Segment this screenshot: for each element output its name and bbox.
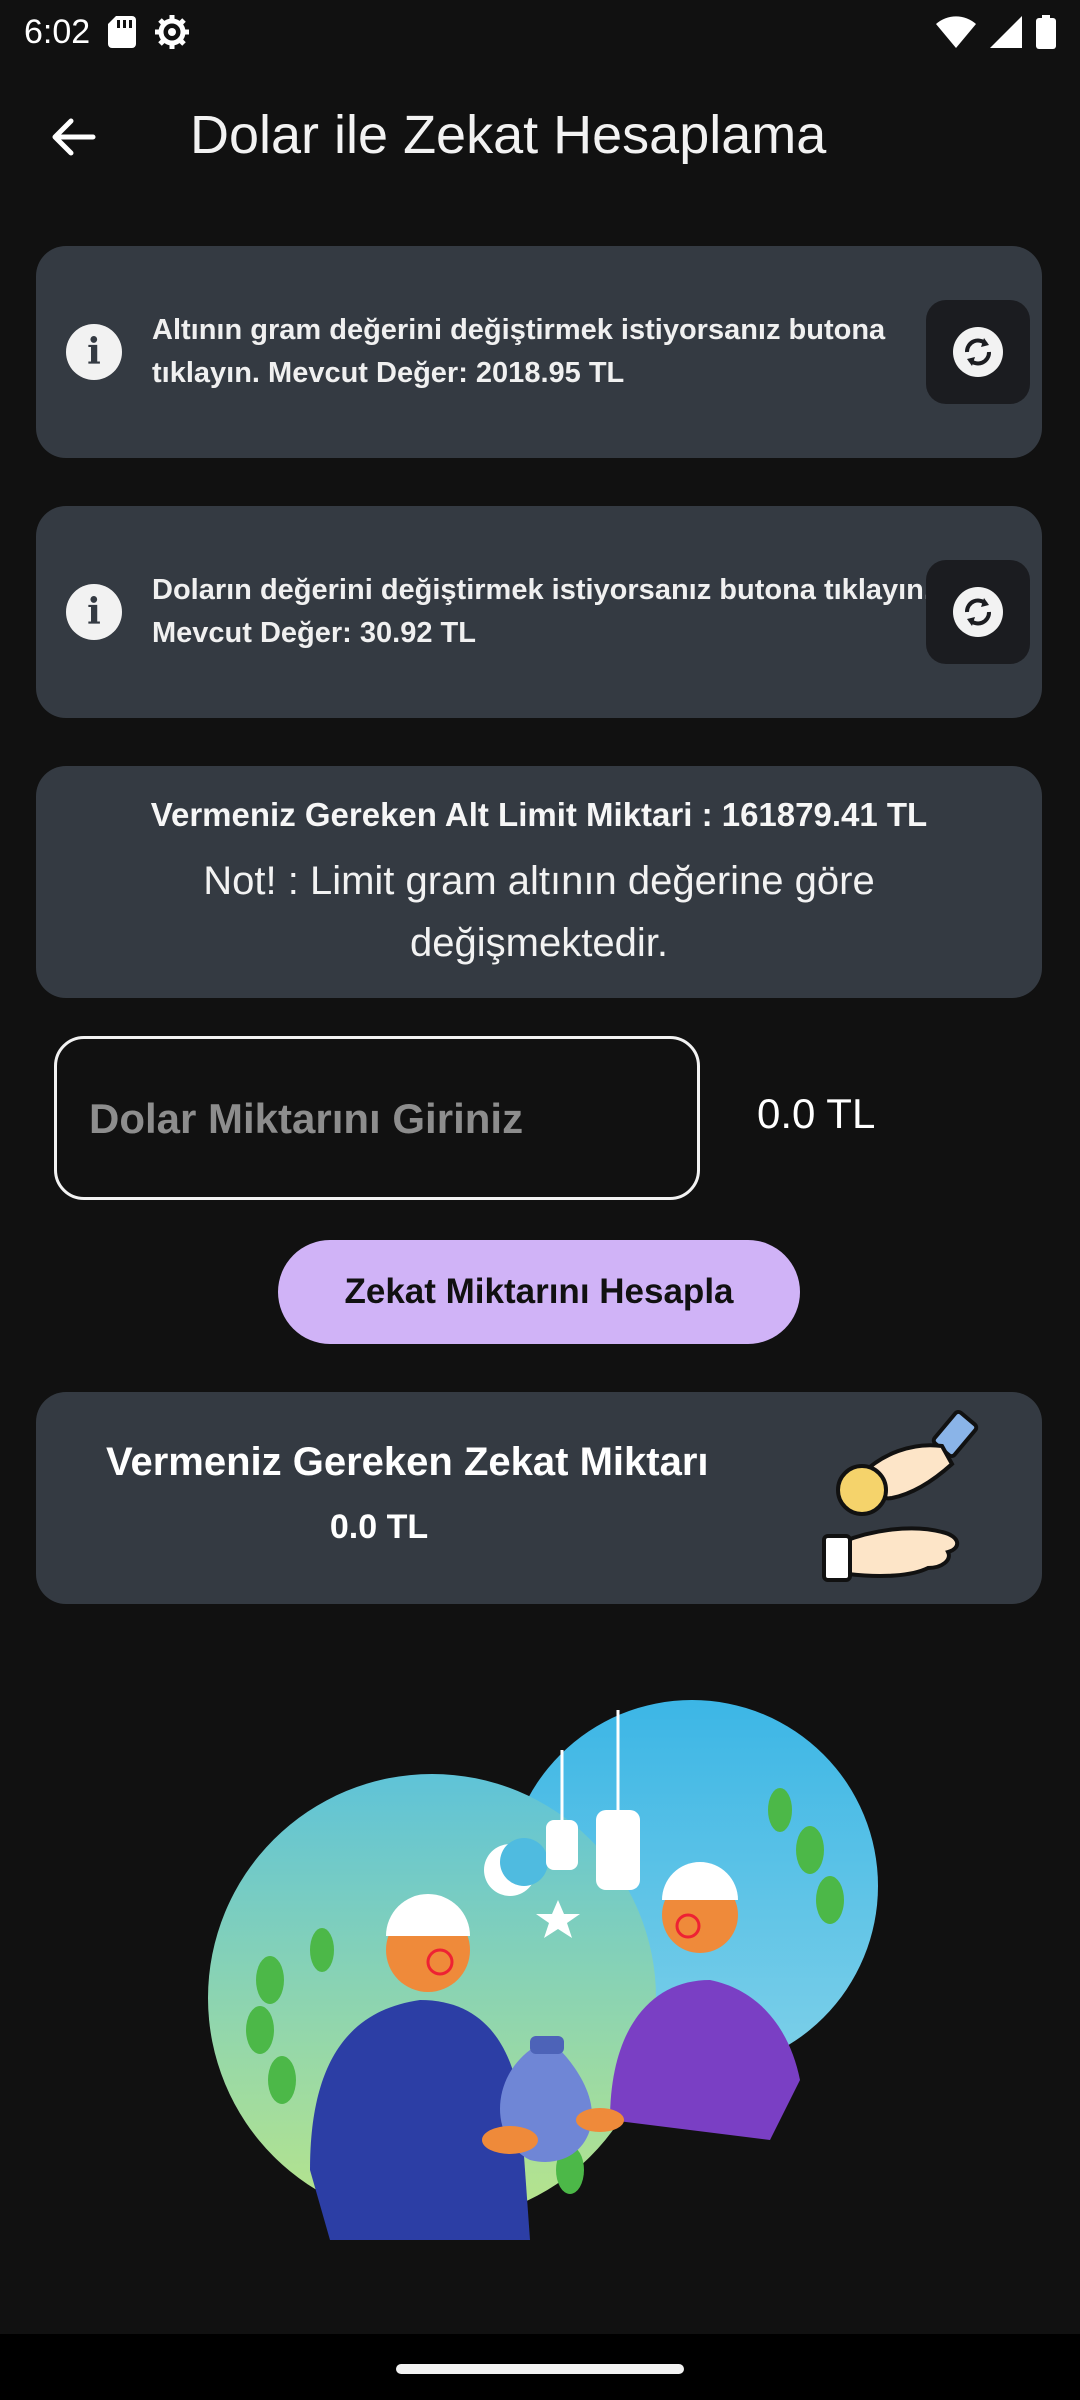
status-left: 6:02 xyxy=(24,13,190,52)
limit-title: Vermeniz Gereken Alt Limit Miktari : 161… xyxy=(150,796,928,833)
sync-icon xyxy=(953,327,1003,377)
status-time: 6:02 xyxy=(24,12,91,51)
zekat-title: Vermeniz Gereken Zekat Miktarı xyxy=(106,1440,709,1484)
home-gesture-handle[interactable] xyxy=(396,2364,684,2374)
converted-value: 0.0 TL xyxy=(757,1090,876,1137)
back-button[interactable] xyxy=(40,104,106,170)
sync-icon xyxy=(953,587,1003,637)
gold-refresh-button[interactable] xyxy=(926,300,1030,404)
info-icon: i xyxy=(66,584,122,640)
zekat-value: 0.0 TL xyxy=(329,1508,429,1546)
wifi-icon xyxy=(936,16,976,48)
battery-icon xyxy=(1036,15,1056,49)
arrow-back-icon xyxy=(52,118,96,156)
gold-price-card: i Altının gram değerini değiştirmek isti… xyxy=(36,246,1042,458)
dollar-price-text: Doların değerini değiştirmek istiyorsanı… xyxy=(152,574,932,649)
app-bar: Dolar ile Zekat Hesaplama xyxy=(0,80,1080,192)
giving-hands-icon xyxy=(822,1409,979,1582)
page-title: Dolar ile Zekat Hesaplama xyxy=(190,105,827,165)
dollar-refresh-button[interactable] xyxy=(926,560,1030,664)
limit-note: Not! : Limit gram altının değerine göre … xyxy=(203,859,875,965)
limit-card: Vermeniz Gereken Alt Limit Miktari : 161… xyxy=(36,766,1042,998)
calculate-zekat-button[interactable]: Zekat Miktarını Hesapla xyxy=(278,1240,800,1344)
zekat-result-card: Vermeniz Gereken Zekat Miktarı 0.0 TL xyxy=(36,1392,1042,1604)
dollar-amount-field[interactable] xyxy=(54,1036,700,1200)
sd-card-icon xyxy=(108,16,137,48)
gold-price-text: Altının gram değerini değiştirmek istiyo… xyxy=(152,314,886,389)
status-right xyxy=(936,15,1056,49)
status-bar: 6:02 xyxy=(0,0,1080,64)
info-icon: i xyxy=(66,324,122,380)
settings-gear-icon xyxy=(155,15,190,49)
dollar-amount-input[interactable] xyxy=(87,1039,671,1199)
signal-icon xyxy=(990,16,1022,48)
zekat-illustration xyxy=(208,1700,878,2240)
dollar-price-card: i Doların değerini değiştirmek istiyorsa… xyxy=(36,506,1042,718)
